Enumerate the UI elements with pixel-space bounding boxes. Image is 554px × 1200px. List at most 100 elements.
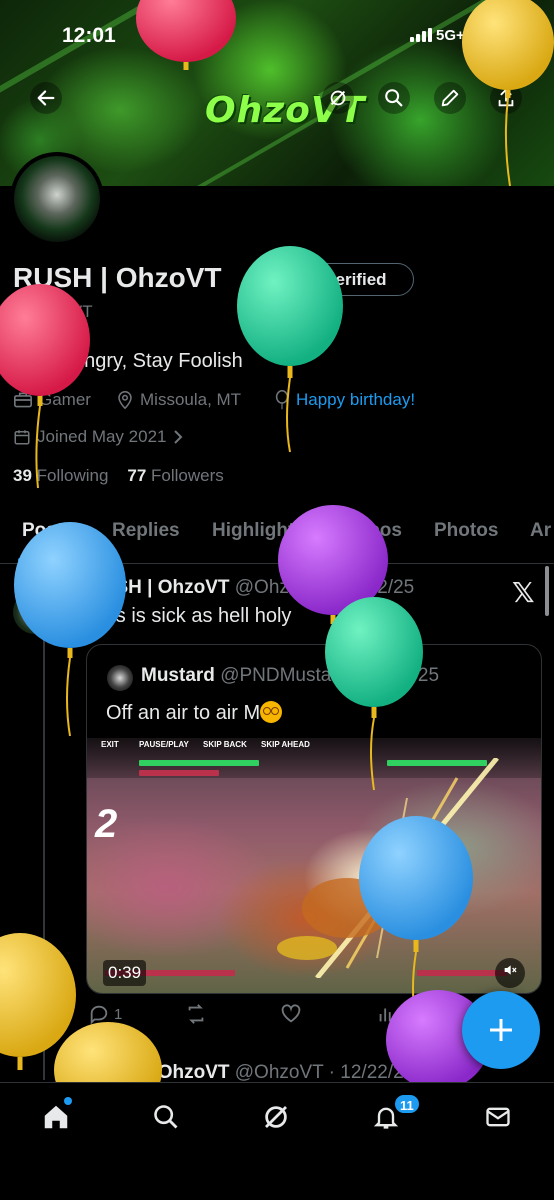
quoted-post-text: Off an air to air M [106, 702, 261, 724]
profile-joined[interactable]: Joined May 2021 [13, 427, 184, 447]
tab-photos[interactable]: Photos [434, 520, 498, 542]
tab-articles[interactable]: Ar [530, 520, 551, 542]
profile-bio: Stay Hungry, Stay Foolish [13, 350, 243, 372]
back-button[interactable] [30, 82, 62, 114]
tab-videos[interactable]: Videos [340, 520, 402, 542]
profile-avatar[interactable] [10, 152, 104, 246]
player-2-bottom-bar [417, 970, 507, 976]
following-link[interactable]: 39 Following [13, 466, 108, 485]
mute-button[interactable] [495, 958, 525, 988]
status-bar: 12:01 5G+ 40 [0, 22, 554, 52]
combo-counter: 2 [95, 802, 118, 846]
battery-indicator: 40 [477, 25, 513, 45]
share-icon [498, 88, 514, 107]
followers-link[interactable]: 77 Followers [127, 466, 223, 485]
grok-icon [265, 1106, 287, 1128]
video-spark-effect [277, 758, 499, 978]
dizzy-face-emoji-icon [260, 701, 283, 723]
post-author-name[interactable]: RUSH | OhzoVT [88, 577, 229, 598]
notifications-badge: 11 [393, 1093, 421, 1115]
following-count: 39 [13, 466, 32, 485]
home-icon [44, 1105, 68, 1129]
tab-replies[interactable]: Replies [112, 520, 180, 542]
tab-highlights[interactable]: Highlights [212, 520, 305, 542]
reply-icon [90, 1005, 108, 1025]
video-player[interactable]: EXIT PAUSE/PLAY SKIP BACK SKIP AHEAD 2 0… [87, 738, 541, 993]
location-pin-icon [118, 391, 132, 410]
signal-icon [410, 28, 432, 42]
pencil-icon [441, 89, 459, 107]
bottom-navigation: 11 [0, 1082, 554, 1200]
quoted-post-text-wrap: Off an air to air M [106, 701, 283, 725]
profile-handle: @OhzoVT [13, 302, 93, 321]
repost-button[interactable] [184, 1003, 208, 1025]
views-chart-icon [379, 1008, 396, 1022]
profile-name: RUSH | OhzoVT [13, 262, 222, 293]
joined-label: Joined May 2021 [37, 427, 167, 446]
next-post-meta: @OhzoVT · 12/22/25 [234, 1062, 415, 1083]
player-1-health-bar [139, 760, 259, 766]
nav-grok[interactable] [256, 1097, 296, 1137]
player-1-meter-bar [139, 770, 219, 776]
profile-tabs: Posts Replies Highlights Videos Photos A… [0, 506, 554, 564]
quoted-post[interactable]: Mustard @PNDMustard · 12/20/25 Off an ai… [86, 644, 542, 994]
thread-line [43, 640, 45, 1080]
edit-button[interactable] [434, 82, 466, 114]
video-duration: 0:39 [103, 960, 147, 986]
reply-count: 1 [114, 1005, 123, 1023]
profile-category: Gamer [13, 390, 91, 410]
grok-icon [330, 90, 346, 106]
follow-counts: 39 Following 77 Followers [13, 466, 224, 486]
hud-pause: PAUSE/PLAY [139, 740, 189, 749]
following-label: Following [36, 466, 109, 485]
like-button[interactable] [280, 1003, 302, 1025]
heart-icon [281, 1004, 301, 1023]
scrollbar[interactable] [545, 566, 549, 616]
get-verified-label: Get verified [293, 270, 387, 289]
next-post-header: RUSH | OhzoVT @OhzoVT · 12/22/25 [88, 1062, 414, 1084]
reply-button[interactable]: 1 [88, 1003, 122, 1025]
profile-birthday: Happy birthday! [274, 390, 415, 410]
chevron-right-icon [174, 430, 183, 444]
grok-button[interactable] [322, 82, 354, 114]
tab-posts[interactable]: Posts [22, 520, 74, 542]
arrow-left-icon [37, 90, 55, 106]
calendar-icon [14, 430, 30, 445]
followers-count: 77 [127, 466, 147, 485]
post-header: RUSH | OhzoVT @OhzoVT · 12/22/25 [88, 577, 414, 599]
followers-label: Followers [151, 466, 224, 485]
balloon-yellow-bottom-left [0, 933, 76, 1070]
repost-icon [188, 1004, 204, 1024]
hud-skip-back: SKIP BACK [203, 740, 247, 749]
verified-check-icon: ✓ [269, 271, 286, 288]
balloon-icon [275, 390, 289, 410]
search-profile-button[interactable] [378, 82, 410, 114]
views-button[interactable] [376, 1003, 398, 1025]
nav-messages[interactable] [478, 1097, 518, 1137]
quoted-post-meta: @PNDMustard · 12/20/25 [220, 665, 440, 686]
envelope-icon [486, 1107, 510, 1127]
hud-exit: EXIT [101, 740, 119, 749]
status-time: 12:01 [62, 24, 116, 47]
post-text: This is sick as hell holy [88, 605, 292, 627]
profile-location: Missoula, MT [116, 390, 241, 410]
search-icon [385, 89, 403, 107]
briefcase-icon [14, 392, 32, 408]
post-meta: @OhzoVT · 12/22/25 [234, 577, 415, 598]
compose-post-button[interactable] [462, 991, 540, 1069]
home-new-indicator [64, 1097, 72, 1105]
speaker-muted-icon [504, 965, 517, 975]
network-type: 5G+ [436, 27, 465, 44]
active-tab-indicator [18, 558, 84, 562]
get-verified-button[interactable]: ✓ Get verified [258, 263, 414, 296]
category-label: Gamer [39, 390, 91, 409]
post-author-avatar[interactable] [13, 590, 57, 634]
share-button[interactable] [490, 82, 522, 114]
plus-icon [490, 1019, 512, 1041]
nav-search[interactable] [146, 1097, 186, 1137]
quoted-post-header: Mustard @PNDMustard · 12/20/25 [141, 665, 439, 687]
search-icon [154, 1105, 178, 1129]
birthday-label[interactable]: Happy birthday! [296, 390, 415, 410]
next-post-author-name[interactable]: RUSH | OhzoVT [88, 1062, 229, 1083]
profile-header-actions [0, 82, 554, 116]
